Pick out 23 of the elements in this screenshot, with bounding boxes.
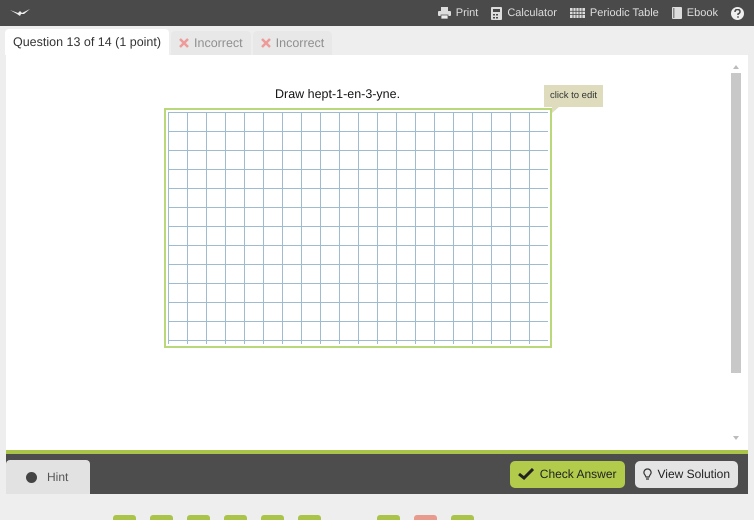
grid-table-icon [570,8,585,18]
checkmark-icon [518,468,534,480]
toolbar-button[interactable]: Ebook [672,7,718,19]
toolbar-button[interactable]: Print [438,7,478,19]
printer-icon [438,7,451,19]
view-solution-button[interactable]: View Solution [634,460,738,488]
help-icon[interactable] [731,6,744,20]
toolbar-button[interactable]: Periodic Table [570,7,659,19]
toolbar-button[interactable]: Calculator [491,6,557,20]
cross-icon [260,38,271,48]
drawing-grid[interactable] [164,108,552,348]
tooltip-pointer [552,107,559,113]
hint-tab[interactable]: Hint [6,460,90,494]
check-answer-button[interactable]: Check Answer [510,460,624,488]
cross-icon [179,38,190,48]
lightbulb-icon [642,468,652,480]
book-icon [672,7,682,19]
question-prompt: Draw hept-1-en-3-yne. [275,87,400,101]
calculator-icon [491,6,502,20]
bird-logo-icon [10,9,30,17]
question-tab[interactable]: Question 13 of 14 (1 point) [5,29,170,55]
edit-tooltip: click to edit [544,85,603,107]
info-icon [26,472,37,482]
